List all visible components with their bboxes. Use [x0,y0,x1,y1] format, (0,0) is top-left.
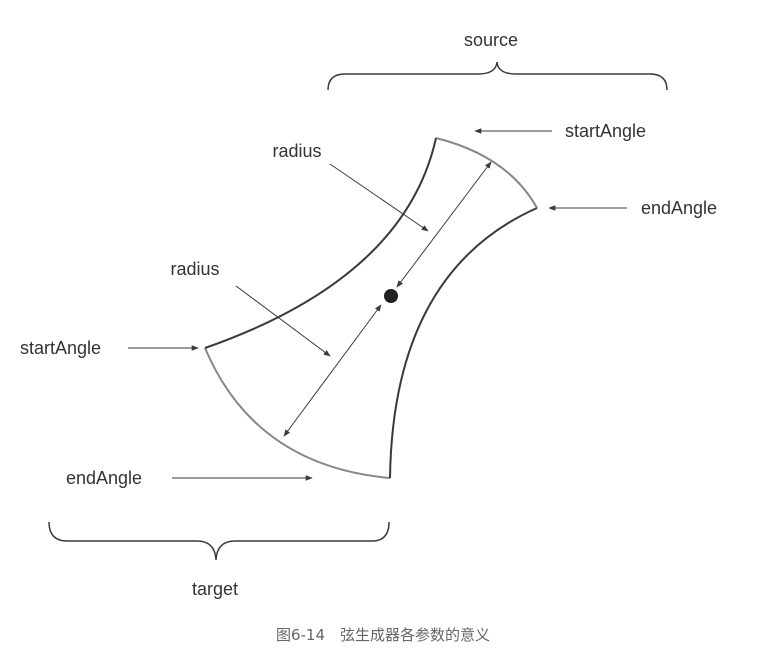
chord-shape [205,138,537,478]
chord-parameters-diagram: source radius radius startAngle endAngle… [20,30,717,644]
source-start-angle-label: startAngle [565,121,646,141]
target-brace [48,521,390,561]
target-label: target [192,579,238,599]
source-end-angle-label: endAngle [641,198,717,218]
center-point [384,289,398,303]
source-brace [327,61,668,91]
target-radius-label: radius [170,259,219,279]
source-label: source [464,30,518,50]
target-end-angle-label: endAngle [66,468,142,488]
source-radius-label: radius [272,141,321,161]
figure-caption: 图6-14 弦生成器各参数的意义 [276,626,490,644]
target-start-angle-label: startAngle [20,338,101,358]
